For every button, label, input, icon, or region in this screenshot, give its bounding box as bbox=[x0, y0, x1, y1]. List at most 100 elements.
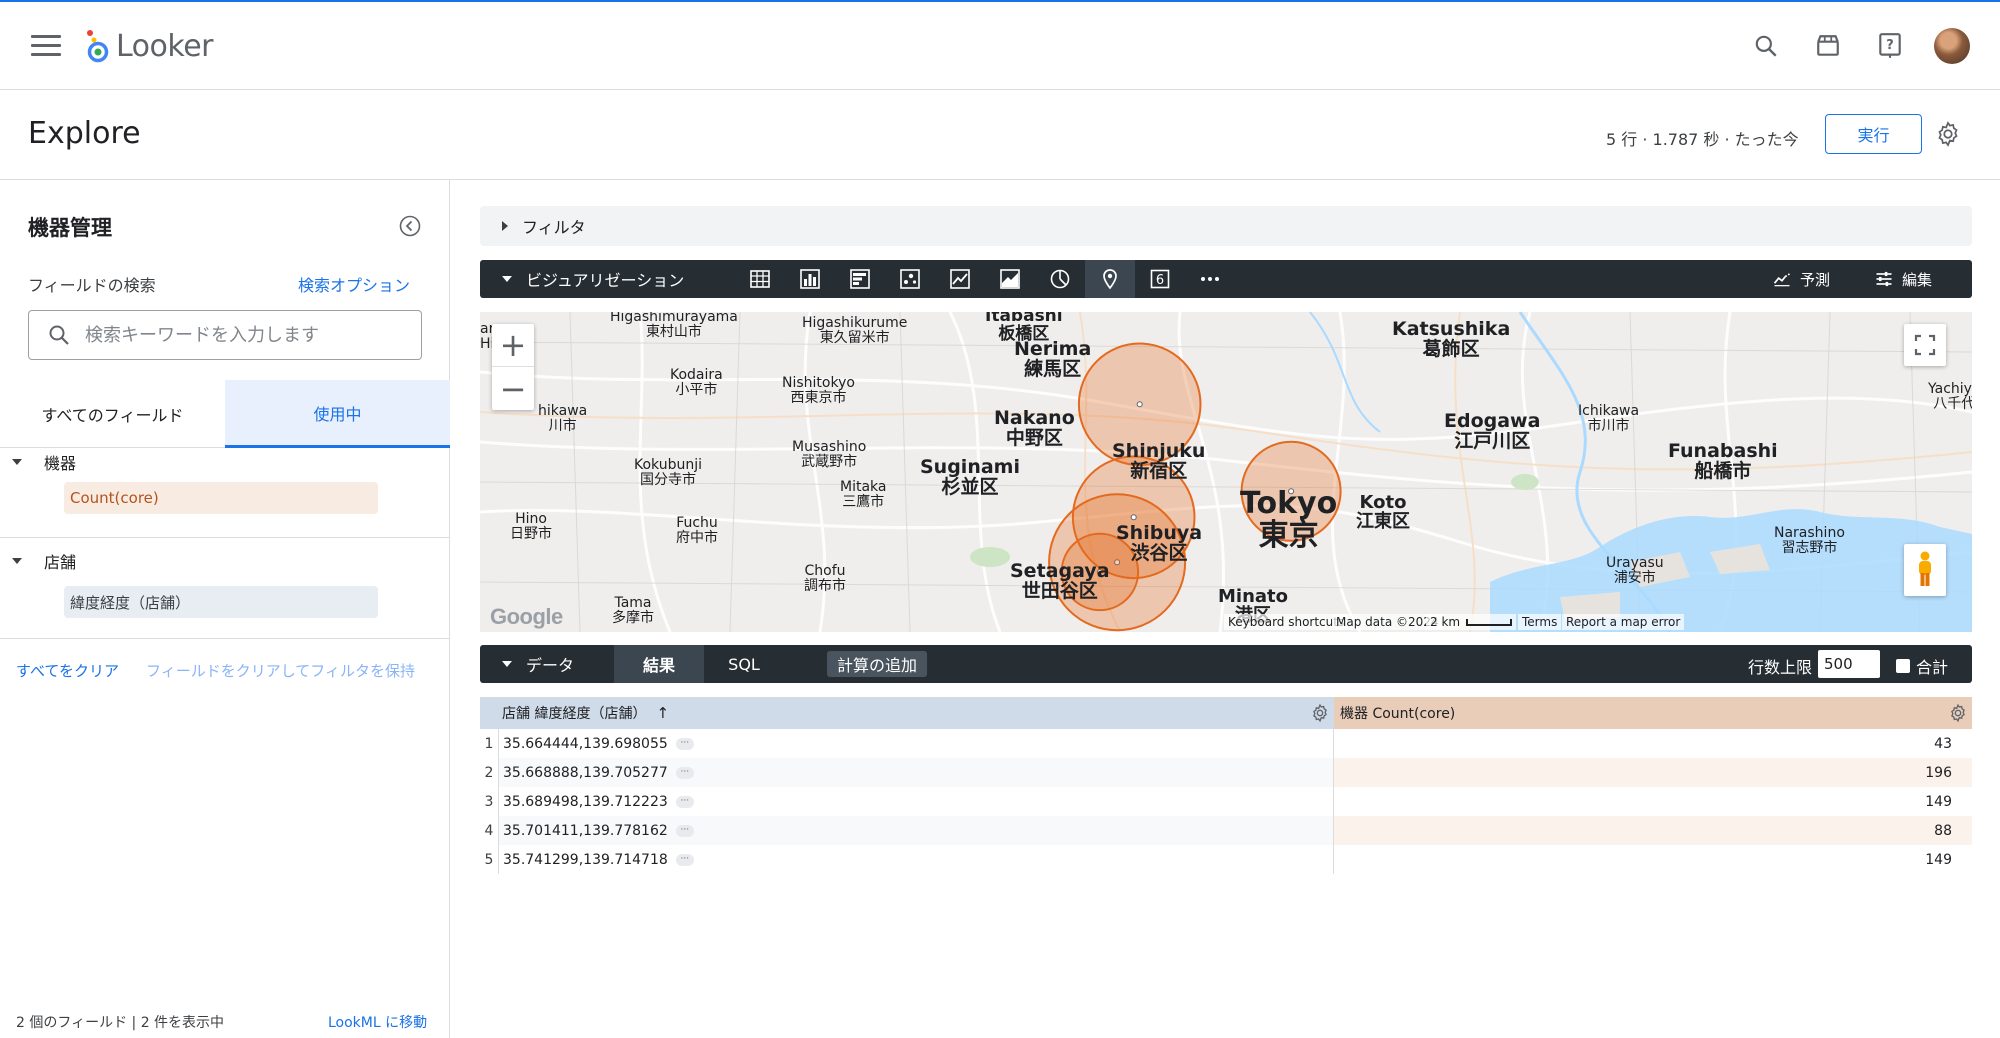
bar-chart-icon[interactable] bbox=[835, 260, 885, 298]
results-table: 店舗 緯度経度（店舗） ↑ 機器 Count(core) 1 35.664444… bbox=[480, 697, 1972, 874]
checkbox[interactable] bbox=[1896, 659, 1910, 673]
cell-count[interactable]: 196 bbox=[1334, 758, 1972, 787]
data-toggle[interactable]: データ bbox=[502, 652, 574, 676]
column-chart-icon[interactable] bbox=[785, 260, 835, 298]
column-header-label: 店舗 緯度経度（店舗） bbox=[502, 706, 647, 722]
totals-checkbox[interactable]: 合計 bbox=[1896, 654, 1948, 678]
row-limit-input[interactable] bbox=[1818, 650, 1880, 678]
cell-count[interactable]: 149 bbox=[1334, 845, 1972, 874]
chevron-down-icon bbox=[502, 661, 512, 667]
place-label: Higashimurayama 東村山市 bbox=[610, 312, 738, 340]
map-pin-icon[interactable] bbox=[1085, 260, 1135, 298]
table-row: 1 35.664444,139.698055 ··· 43 bbox=[480, 729, 1972, 758]
cell-latlng[interactable]: 35.664444,139.698055 ··· bbox=[498, 729, 1334, 758]
cell-latlng[interactable]: 35.668888,139.705277 ··· bbox=[498, 758, 1334, 787]
place-label: Funabashi 船橋市 bbox=[1668, 440, 1778, 482]
tab-sql[interactable]: SQL bbox=[704, 645, 784, 683]
place-label: Nerima 練馬区 bbox=[1014, 338, 1092, 380]
place-label: Edogawa 江戸川区 bbox=[1444, 410, 1541, 452]
pie-chart-icon[interactable] bbox=[1035, 260, 1085, 298]
marketplace-icon[interactable] bbox=[1810, 28, 1846, 64]
keyboard-shortcuts-link[interactable]: Keyboard shortcuts bbox=[1224, 614, 1349, 630]
zoom-in-button[interactable]: + bbox=[492, 324, 534, 367]
filter-section-header[interactable]: フィルタ bbox=[480, 206, 1972, 246]
field-search-input[interactable] bbox=[85, 324, 405, 346]
cell-latlng[interactable]: 35.689498,139.712223 ··· bbox=[498, 787, 1334, 816]
report-map-error-link[interactable]: Report a map error bbox=[1562, 614, 1685, 630]
zoom-out-button[interactable]: − bbox=[492, 367, 534, 410]
clear-all-link[interactable]: すべてをクリア bbox=[16, 660, 119, 681]
forecast-button[interactable]: 予測 bbox=[1772, 260, 1830, 298]
cell-count[interactable]: 149 bbox=[1334, 787, 1972, 816]
line-chart-icon[interactable] bbox=[935, 260, 985, 298]
data-bar: データ 結果 SQL 計算の追加 行数上限 合計 bbox=[480, 645, 1972, 683]
terms-link[interactable]: Terms bbox=[1518, 614, 1562, 630]
help-icon[interactable]: ? bbox=[1872, 28, 1908, 64]
menu-icon[interactable] bbox=[31, 35, 61, 57]
add-calculation-button[interactable]: 計算の追加 bbox=[827, 651, 928, 677]
column-header-count[interactable]: 機器 Count(core) bbox=[1334, 697, 1972, 729]
place-label: Higashikurume 東久留米市 bbox=[802, 315, 908, 346]
map-scale[interactable]: 2 km bbox=[1426, 614, 1517, 630]
field-search-box[interactable] bbox=[28, 310, 422, 360]
chevron-down-icon bbox=[12, 558, 22, 564]
app-name: Looker bbox=[116, 28, 214, 64]
field-group-tenpo[interactable]: 店舗 bbox=[12, 549, 76, 573]
single-value-icon[interactable]: 6 bbox=[1135, 260, 1185, 298]
cell-count[interactable]: 43 bbox=[1334, 729, 1972, 758]
field-group-label: 店舗 bbox=[44, 553, 77, 572]
field-group-kiki[interactable]: 機器 bbox=[12, 450, 76, 474]
search-icon[interactable] bbox=[1748, 28, 1784, 64]
tab-results[interactable]: 結果 bbox=[614, 645, 704, 683]
cell-value: 35.701411,139.778162 bbox=[503, 822, 668, 839]
more-icon[interactable] bbox=[1185, 260, 1235, 298]
street-view-pegman-icon[interactable] bbox=[1904, 544, 1946, 596]
place-label: Suginami 杉並区 bbox=[920, 456, 1020, 498]
cell-menu-icon[interactable]: ··· bbox=[675, 795, 694, 808]
field-latlng-store[interactable]: 緯度経度（店舗） bbox=[64, 586, 378, 618]
place-label: Nakano 中野区 bbox=[994, 407, 1075, 449]
column-gear-icon[interactable] bbox=[1310, 703, 1330, 723]
place-label-tokyo: Tokyo 東京 bbox=[1240, 486, 1338, 553]
run-button[interactable]: 実行 bbox=[1825, 114, 1922, 154]
visualization-toggle[interactable]: ビジュアリゼーション bbox=[502, 267, 684, 291]
area-chart-icon[interactable] bbox=[985, 260, 1035, 298]
cell-menu-icon[interactable]: ··· bbox=[675, 853, 694, 866]
table-icon[interactable] bbox=[735, 260, 785, 298]
cell-value: 35.668888,139.705277 bbox=[503, 764, 668, 781]
tab-in-use[interactable]: 使用中 bbox=[225, 380, 450, 448]
place-label: Narashino 習志野市 bbox=[1774, 525, 1845, 556]
cell-count[interactable]: 88 bbox=[1334, 816, 1972, 845]
collapse-sidebar-icon[interactable] bbox=[398, 214, 422, 238]
cell-menu-icon[interactable]: ··· bbox=[675, 737, 694, 750]
cell-value: 35.664444,139.698055 bbox=[503, 735, 668, 752]
cell-menu-icon[interactable]: ··· bbox=[675, 824, 694, 837]
looker-logo[interactable]: Looker bbox=[84, 26, 214, 66]
map-scale-label: 2 km bbox=[1430, 615, 1461, 629]
sort-ascending-icon: ↑ bbox=[656, 704, 670, 722]
column-header-latlng[interactable]: 店舗 緯度経度（店舗） ↑ bbox=[498, 697, 1334, 729]
place-label: Urayasu 浦安市 bbox=[1606, 555, 1664, 586]
row-limit-label: 行数上限 bbox=[1748, 658, 1813, 677]
explore-settings-gear-icon[interactable] bbox=[1934, 120, 1962, 148]
column-gear-icon[interactable] bbox=[1948, 703, 1968, 723]
visualization-label: ビジュアリゼーション bbox=[526, 271, 685, 290]
row-number: 1 bbox=[484, 735, 494, 752]
cell-menu-icon[interactable]: ··· bbox=[675, 766, 694, 779]
map-visualization[interactable]: Itabashi 板橋区 Higashimurayama 東村山市 Higashik… bbox=[480, 312, 1972, 632]
edit-viz-button[interactable]: 編集 bbox=[1874, 260, 1932, 298]
go-to-lookml-link[interactable]: LookML に移動 bbox=[328, 1012, 427, 1032]
cell-latlng[interactable]: 35.741299,139.714718 ··· bbox=[498, 845, 1334, 874]
clear-fields-keep-filters-link[interactable]: フィールドをクリアしてフィルタを保持 bbox=[146, 660, 415, 681]
field-count-core[interactable]: Count(core) bbox=[64, 482, 378, 514]
scatter-icon[interactable] bbox=[885, 260, 935, 298]
place-label: Tama 多摩市 bbox=[612, 595, 654, 626]
google-logo: Google bbox=[490, 604, 563, 629]
tab-all-fields[interactable]: すべてのフィールド bbox=[0, 380, 225, 448]
cell-latlng[interactable]: 35.701411,139.778162 ··· bbox=[498, 816, 1334, 845]
user-avatar[interactable] bbox=[1934, 28, 1970, 64]
search-options-link[interactable]: 検索オプション bbox=[298, 272, 410, 296]
explore-header: Explore 5 行 · 1.787 秒 · たった今 実行 bbox=[0, 90, 2000, 180]
row-number: 2 bbox=[484, 764, 494, 781]
fullscreen-icon[interactable] bbox=[1904, 324, 1946, 366]
